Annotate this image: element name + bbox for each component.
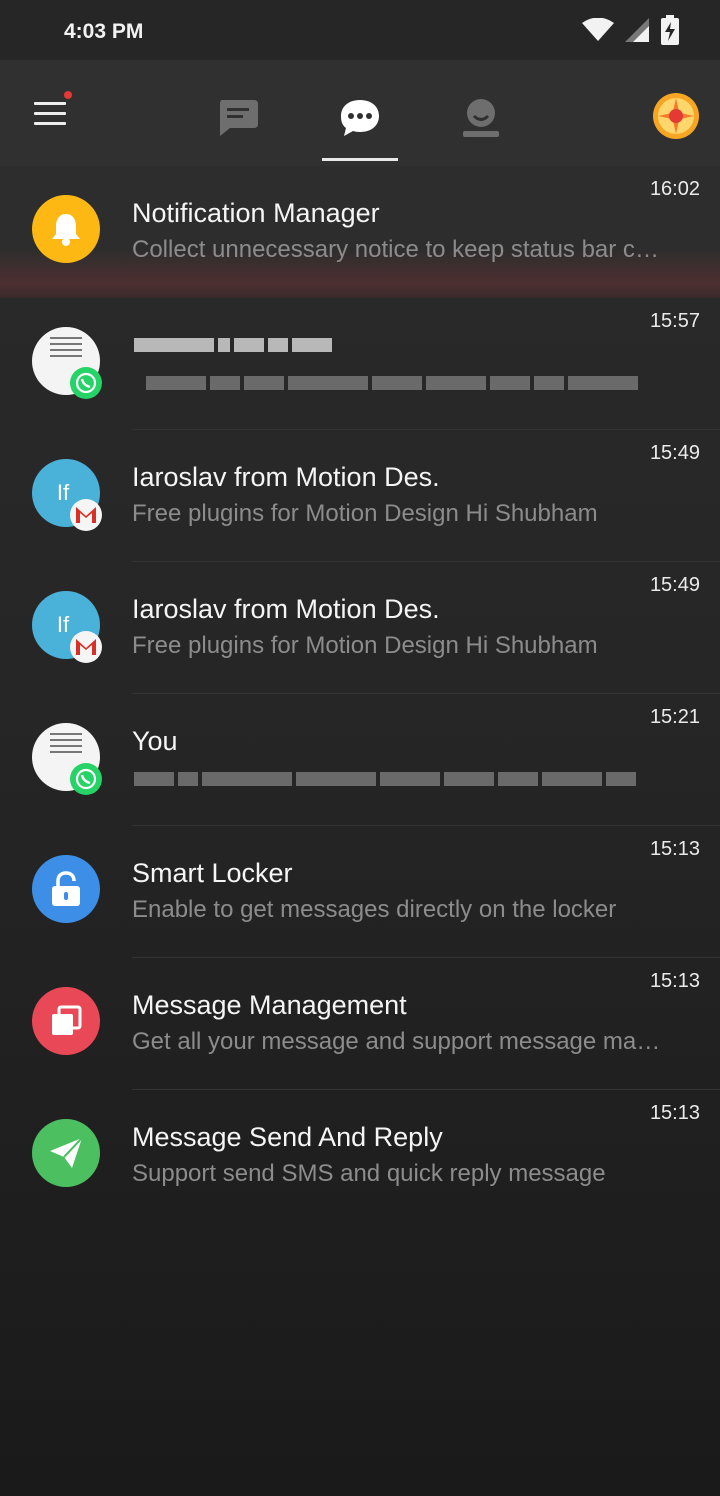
lock-icon [52, 871, 80, 906]
conversation-title: Message Management [132, 990, 407, 1020]
menu-button[interactable] [30, 91, 74, 132]
conversation-title: You [132, 726, 178, 756]
conversation-time: 15:13 [649, 838, 700, 860]
conversation-preview: Free plugins for Motion Design Hi Shubha… [132, 500, 598, 527]
blurred-preview [134, 768, 636, 790]
conversation-item[interactable]: Message Management Get all your message … [0, 958, 720, 1090]
gmail-icon [76, 639, 96, 655]
status-time: 4:03 PM [64, 20, 144, 43]
conversation-title: Iaroslav from Motion Des. [132, 462, 440, 492]
lucky-wheel-button[interactable] [652, 92, 700, 140]
lucky-wheel-icon [653, 93, 699, 139]
conversation-preview: Get all your message and support message… [132, 1028, 662, 1055]
gmail-badge [70, 631, 102, 663]
conversations-tab[interactable] [328, 86, 392, 150]
avatar: If [32, 459, 102, 531]
contacts-tab[interactable] [449, 86, 513, 150]
conversation-time: 15:49 [649, 574, 700, 596]
notification-dot [64, 91, 72, 99]
blurred-preview [146, 372, 638, 394]
whatsapp-icon [75, 372, 97, 394]
avatar [32, 723, 102, 795]
conversation-item[interactable]: Message Send And Reply Support send SMS … [0, 1090, 720, 1222]
messages-tab[interactable] [206, 86, 270, 150]
conversation-preview: Enable to get messages directly on the l… [132, 896, 617, 923]
avatar [32, 1119, 100, 1187]
conversation-time: 15:21 [649, 706, 700, 728]
conversation-item[interactable]: You 15:21 [0, 694, 720, 826]
conversation-item[interactable]: Smart Locker Enable to get messages dire… [0, 826, 720, 958]
avatar-initials: If [56, 612, 70, 637]
battery-charging-icon [661, 15, 679, 45]
avatar [32, 987, 100, 1055]
conversation-time: 16:02 [649, 178, 700, 200]
chat-bubble-icon [220, 100, 258, 136]
gmail-badge [70, 499, 102, 531]
status-bar: 4:03 PM [0, 0, 720, 60]
stacked-windows-icon [52, 1005, 82, 1035]
bell-icon [52, 214, 80, 246]
conversation-preview: Support send SMS and quick reply message [132, 1160, 606, 1187]
signal-icon [625, 18, 649, 42]
conversation-item[interactable]: If Iaroslav from Motion Des. Free plugin… [0, 562, 720, 694]
conversation-time: 15:13 [649, 1102, 700, 1124]
status-icons [582, 14, 680, 46]
person-icon [463, 99, 499, 137]
conversation-title: Smart Locker [132, 858, 293, 888]
conversation-preview: Collect unnecessary notice to keep statu… [132, 236, 662, 263]
conversation-title: Message Send And Reply [132, 1122, 443, 1152]
whatsapp-badge [70, 367, 102, 399]
chat-dots-icon [341, 100, 379, 136]
menu-icon [34, 102, 66, 105]
blurred-title [134, 334, 332, 356]
conversation-list: Notification Manager Collect unnecessary… [0, 166, 720, 1222]
conversation-title: Notification Manager [132, 198, 380, 228]
avatar [32, 327, 102, 399]
conversation-time: 15:57 [649, 310, 700, 332]
avatar: If [32, 591, 102, 663]
avatar-initials: If [56, 480, 70, 505]
tab-indicator [322, 158, 398, 161]
conversation-time: 15:13 [649, 970, 700, 992]
conversation-title: Iaroslav from Motion Des. [132, 594, 440, 624]
avatar [32, 195, 100, 263]
conversation-item[interactable]: 15:57 [0, 298, 720, 430]
whatsapp-badge [70, 763, 102, 795]
whatsapp-icon [75, 768, 97, 790]
send-icon [50, 1137, 83, 1168]
app-bar [0, 60, 720, 166]
conversation-preview: Free plugins for Motion Design Hi Shubha… [132, 632, 598, 659]
wifi-icon [582, 18, 614, 41]
conversation-item[interactable]: If Iaroslav from Motion Des. Free plugin… [0, 430, 720, 562]
avatar [32, 855, 100, 923]
conversation-time: 15:49 [649, 442, 700, 464]
gmail-icon [76, 507, 96, 523]
conversation-item[interactable]: Notification Manager Collect unnecessary… [0, 166, 720, 298]
